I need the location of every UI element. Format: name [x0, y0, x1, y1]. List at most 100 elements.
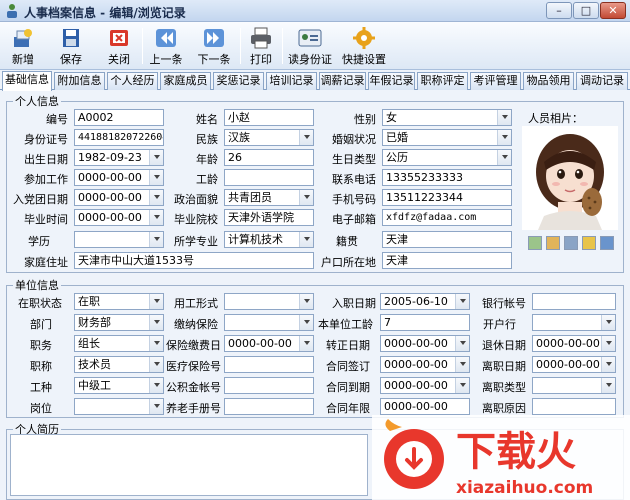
- photo-open-icon[interactable]: [528, 236, 542, 250]
- tab-transfers[interactable]: 调动记录: [576, 72, 628, 90]
- hire-date-picker[interactable]: 2005-06-10: [380, 293, 470, 310]
- major-select[interactable]: 计算机技术: [224, 231, 314, 248]
- contract-expire-picker[interactable]: 0000-00-00: [380, 377, 470, 394]
- id-field[interactable]: A0002: [74, 109, 164, 126]
- grade-select[interactable]: 中级工: [74, 377, 164, 394]
- employee-photo[interactable]: [522, 126, 618, 230]
- next-record-button[interactable]: 下一条: [194, 25, 234, 67]
- tab-family-members[interactable]: 家庭成员: [160, 72, 211, 90]
- chevron-down-icon[interactable]: [149, 210, 163, 225]
- birth-date-picker[interactable]: 1982-09-23: [74, 149, 164, 166]
- retire-date-picker[interactable]: 0000-00-00: [532, 335, 616, 352]
- insurance-date-picker[interactable]: 0000-00-00: [224, 335, 314, 352]
- chevron-down-icon[interactable]: [299, 130, 313, 145]
- tab-personal-history[interactable]: 个人经历: [107, 72, 158, 90]
- email-field[interactable]: xfdfz@fadaa.com: [382, 209, 512, 226]
- birthday-type-select[interactable]: 公历: [382, 149, 512, 166]
- unit-seniority-field[interactable]: 7: [380, 314, 470, 331]
- tab-rewards-penalties[interactable]: 奖惩记录: [213, 72, 264, 90]
- bank-account-field[interactable]: [532, 293, 616, 310]
- close-window-button[interactable]: ✕: [600, 2, 626, 19]
- chevron-down-icon[interactable]: [149, 399, 163, 414]
- tab-basic-info[interactable]: 基础信息: [2, 71, 52, 91]
- chevron-down-icon[interactable]: [601, 357, 615, 372]
- tab-annual-leave[interactable]: 年假记录: [368, 72, 415, 90]
- party-date-picker[interactable]: 0000-00-00: [74, 189, 164, 206]
- hukou-field[interactable]: 天津: [382, 252, 512, 269]
- chevron-down-icon[interactable]: [455, 378, 469, 393]
- new-button[interactable]: 新增: [6, 25, 40, 67]
- chevron-down-icon[interactable]: [299, 315, 313, 330]
- photo-clear-icon[interactable]: [600, 236, 614, 250]
- chevron-down-icon[interactable]: [455, 294, 469, 309]
- close-button[interactable]: 关闭: [102, 25, 136, 67]
- native-place-field[interactable]: 天津: [382, 231, 512, 248]
- photo-save-icon[interactable]: [582, 236, 596, 250]
- tab-item-requisition[interactable]: 物品领用: [523, 72, 574, 90]
- chevron-down-icon[interactable]: [497, 130, 511, 145]
- school-field[interactable]: 天津外语学院: [224, 209, 314, 226]
- politics-select[interactable]: 共青团员: [224, 189, 314, 206]
- chevron-down-icon[interactable]: [455, 357, 469, 372]
- chevron-down-icon[interactable]: [149, 357, 163, 372]
- chevron-down-icon[interactable]: [299, 336, 313, 351]
- chevron-down-icon[interactable]: [149, 336, 163, 351]
- fund-no-field[interactable]: [224, 377, 314, 394]
- chevron-down-icon[interactable]: [149, 232, 163, 247]
- previous-record-button[interactable]: 上一条: [146, 25, 186, 67]
- tab-title-evaluation[interactable]: 职称评定: [417, 72, 468, 90]
- contract-years-field[interactable]: 0000-00-00: [380, 398, 470, 415]
- chevron-down-icon[interactable]: [601, 378, 615, 393]
- employment-select[interactable]: [224, 293, 314, 310]
- phone-field[interactable]: 13355233333: [382, 169, 512, 186]
- chevron-down-icon[interactable]: [149, 190, 163, 205]
- chevron-down-icon[interactable]: [149, 150, 163, 165]
- regular-date-picker[interactable]: 0000-00-00: [380, 335, 470, 352]
- chevron-down-icon[interactable]: [149, 294, 163, 309]
- maximize-button[interactable]: □: [573, 2, 599, 19]
- bank-select[interactable]: [532, 314, 616, 331]
- save-button[interactable]: 保存: [54, 25, 88, 67]
- chevron-down-icon[interactable]: [497, 150, 511, 165]
- tab-additional-info[interactable]: 附加信息: [54, 72, 105, 90]
- mobile-field[interactable]: 13511223344: [382, 189, 512, 206]
- chevron-down-icon[interactable]: [299, 294, 313, 309]
- photo-edit-icon[interactable]: [546, 236, 560, 250]
- chevron-down-icon[interactable]: [299, 190, 313, 205]
- leave-date-picker[interactable]: 0000-00-00: [532, 356, 616, 373]
- gender-select[interactable]: 女: [382, 109, 512, 126]
- chevron-down-icon[interactable]: [149, 378, 163, 393]
- minimize-button[interactable]: –: [546, 2, 572, 19]
- address-field[interactable]: 天津市中山大道1533号: [74, 252, 314, 269]
- chevron-down-icon[interactable]: [299, 232, 313, 247]
- position-select[interactable]: 组长: [74, 335, 164, 352]
- chevron-down-icon[interactable]: [601, 336, 615, 351]
- name-field[interactable]: 小赵: [224, 109, 314, 126]
- chevron-down-icon[interactable]: [149, 315, 163, 330]
- tab-appraisal[interactable]: 考评管理: [470, 72, 521, 90]
- medical-no-field[interactable]: [224, 356, 314, 373]
- dept-select[interactable]: 财务部: [74, 314, 164, 331]
- leave-type-select[interactable]: [532, 377, 616, 394]
- graduation-picker[interactable]: 0000-00-00: [74, 209, 164, 226]
- marital-select[interactable]: 已婚: [382, 129, 512, 146]
- idcard-field[interactable]: 441881820722604: [74, 129, 164, 146]
- chevron-down-icon[interactable]: [149, 170, 163, 185]
- seniority-field[interactable]: [224, 169, 314, 186]
- ethnicity-select[interactable]: 汉族: [224, 129, 314, 146]
- title-select[interactable]: 技术员: [74, 356, 164, 373]
- resume-textarea[interactable]: [10, 434, 368, 496]
- pension-no-field[interactable]: [224, 398, 314, 415]
- photo-capture-icon[interactable]: [564, 236, 578, 250]
- tab-salary-adjustment[interactable]: 调薪记录: [319, 72, 366, 90]
- quick-settings-button[interactable]: 快捷设置: [340, 25, 388, 67]
- age-field[interactable]: 26: [224, 149, 314, 166]
- leave-reason-field[interactable]: [532, 398, 616, 415]
- print-button[interactable]: 打印: [246, 25, 276, 67]
- education-select[interactable]: [74, 231, 164, 248]
- read-id-card-button[interactable]: 读身份证: [288, 25, 332, 67]
- status-select[interactable]: 在职: [74, 293, 164, 310]
- chevron-down-icon[interactable]: [601, 315, 615, 330]
- chevron-down-icon[interactable]: [455, 336, 469, 351]
- post-select[interactable]: [74, 398, 164, 415]
